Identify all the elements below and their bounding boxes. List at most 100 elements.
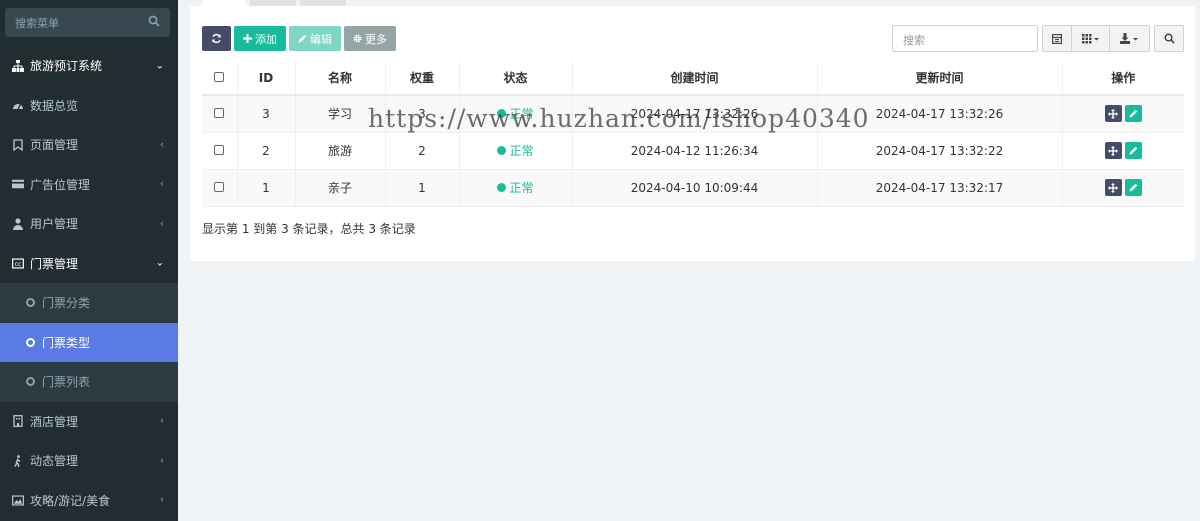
credit-card-icon	[12, 178, 24, 190]
sidebar-item-hotels[interactable]: 酒店管理 ‹	[0, 402, 178, 442]
row-select-cell	[202, 169, 238, 207]
cell-actions	[1062, 95, 1184, 133]
image-icon	[12, 494, 24, 506]
search-icon[interactable]	[148, 15, 160, 27]
sidebar-item-dashboard[interactable]: 数据总览	[0, 86, 178, 126]
cell-weight: 2	[385, 132, 460, 170]
column-header-weight[interactable]: 权重	[385, 61, 460, 96]
cell-updated: 2024-04-17 13:32:17	[817, 169, 1063, 207]
row-checkbox[interactable]	[214, 107, 225, 118]
status-label: 正常	[509, 107, 534, 122]
column-header-updated[interactable]: 更新时间	[817, 61, 1063, 96]
pagination-info: 显示第 1 到第 3 条记录，总共 3 条记录	[202, 222, 416, 236]
export-button[interactable]	[1110, 25, 1150, 52]
table-row[interactable]: 1 亲子 1 正常 2024-04-10 10:09:44 2024-04-17…	[202, 169, 1184, 207]
column-header-id[interactable]: ID	[237, 61, 296, 96]
sidebar-item-tickets[interactable]: cc 门票管理 ⌄	[0, 244, 178, 284]
sidebar-item-news[interactable]: 动态管理 ‹	[0, 441, 178, 481]
sidebar-item-guides[interactable]: 攻略/游记/美食 ‹	[0, 481, 178, 521]
row-edit-button[interactable]	[1124, 179, 1142, 196]
drag-button[interactable]	[1104, 179, 1122, 196]
sidebar-item-label: 广告位管理	[30, 177, 91, 192]
chevron-left-icon: ‹	[160, 178, 164, 190]
status-badge[interactable]: 正常	[497, 142, 534, 159]
arrows-move-icon	[1108, 145, 1119, 156]
toggle-view-button[interactable]	[1042, 25, 1072, 52]
sidebar-item-label: 酒店管理	[30, 414, 79, 429]
sidebar-item-pages[interactable]: 页面管理 ‹	[0, 125, 178, 165]
ticket-type-table: ID 名称 权重 状态 创建时间 更新时间 操作 3 学习 3 正常 2024-…	[202, 61, 1184, 207]
select-all-checkbox[interactable]	[214, 71, 225, 82]
column-header-actions: 操作	[1062, 61, 1184, 96]
sidebar-item-ticket-list[interactable]: 门票列表	[0, 362, 178, 402]
add-button-label: 添加	[255, 32, 277, 46]
row-checkbox[interactable]	[214, 144, 225, 155]
status-dot-icon	[497, 109, 507, 119]
search-toggle-button[interactable]	[1154, 25, 1184, 52]
sidebar-item-label: 攻略/游记/美食	[30, 493, 111, 508]
table-row[interactable]: 2 旅游 2 正常 2024-04-12 11:26:34 2024-04-17…	[202, 132, 1184, 170]
column-header-name[interactable]: 名称	[295, 61, 386, 96]
chevron-left-icon: ‹	[160, 218, 164, 230]
edit-button[interactable]: 编辑	[289, 26, 341, 51]
status-badge[interactable]: 正常	[497, 105, 534, 122]
sidebar-item-label: 数据总览	[30, 98, 79, 113]
plus-icon	[243, 34, 252, 43]
arrows-move-icon	[1108, 108, 1119, 119]
cell-weight: 1	[385, 169, 460, 207]
search-icon	[1164, 33, 1175, 44]
columns-button[interactable]	[1072, 25, 1110, 52]
drag-button[interactable]	[1104, 142, 1122, 159]
more-button[interactable]: 更多	[344, 26, 396, 51]
cell-updated: 2024-04-17 13:32:26	[817, 95, 1063, 133]
pencil-icon	[1129, 109, 1138, 118]
sidebar-item-label: 门票管理	[30, 256, 79, 271]
svg-text:cc: cc	[15, 261, 22, 268]
column-header-created[interactable]: 创建时间	[572, 61, 818, 96]
row-checkbox[interactable]	[214, 181, 225, 192]
sidebar-item-users[interactable]: 用户管理 ‹	[0, 204, 178, 244]
sidebar-item-ads[interactable]: 广告位管理 ‹	[0, 165, 178, 205]
table-search-placeholder: 搜索	[903, 34, 925, 47]
chevron-down-icon: ⌄	[155, 60, 164, 72]
pencil-icon	[1129, 146, 1138, 155]
menu-search-input[interactable]: 搜索菜单	[5, 8, 170, 37]
cell-actions	[1062, 132, 1184, 170]
circle-icon	[24, 297, 36, 309]
ticket-icon: cc	[12, 257, 24, 269]
cell-created: 2024-04-12 11:26:34	[572, 132, 818, 170]
user-icon	[12, 218, 24, 230]
column-header-status[interactable]: 状态	[459, 61, 573, 96]
sitemap-icon	[12, 59, 24, 72]
refresh-button[interactable]	[202, 26, 231, 51]
grid-icon	[1081, 33, 1099, 43]
chevron-down-icon: ⌄	[155, 257, 164, 269]
add-button[interactable]: 添加	[234, 26, 286, 51]
table-search-input[interactable]: 搜索	[892, 25, 1038, 52]
status-dot-icon	[497, 146, 507, 155]
cell-updated: 2024-04-17 13:32:22	[817, 132, 1063, 170]
sidebar-item-label: 门票列表	[42, 375, 91, 390]
cell-status: 正常	[459, 169, 573, 207]
status-dot-icon	[497, 183, 507, 192]
arrows-move-icon	[1108, 182, 1119, 193]
sidebar-item-ticket-type[interactable]: 门票类型	[0, 322, 178, 362]
chevron-left-icon: ‹	[160, 455, 164, 467]
sidebar-item-travel-system[interactable]: 旅游预订系统 ⌄	[0, 46, 178, 86]
sidebar-item-label: 门票分类	[42, 296, 91, 311]
table-row[interactable]: 3 学习 3 正常 2024-04-17 13:32:26 2024-04-17…	[202, 95, 1184, 133]
row-select-cell	[202, 132, 238, 170]
sidebar-item-label: 门票类型	[42, 335, 91, 350]
drag-button[interactable]	[1104, 105, 1122, 123]
row-edit-button[interactable]	[1124, 105, 1142, 123]
cell-name: 亲子	[295, 169, 386, 207]
cell-status: 正常	[459, 95, 573, 133]
row-edit-button[interactable]	[1124, 142, 1142, 159]
search-tool	[1154, 25, 1184, 52]
cell-status: 正常	[459, 132, 573, 170]
status-badge[interactable]: 正常	[497, 179, 534, 196]
toolbar: 添加 编辑 更多	[202, 26, 396, 51]
cell-id: 1	[237, 169, 296, 207]
cell-name: 学习	[295, 95, 386, 133]
sidebar-item-ticket-category[interactable]: 门票分类	[0, 283, 178, 323]
